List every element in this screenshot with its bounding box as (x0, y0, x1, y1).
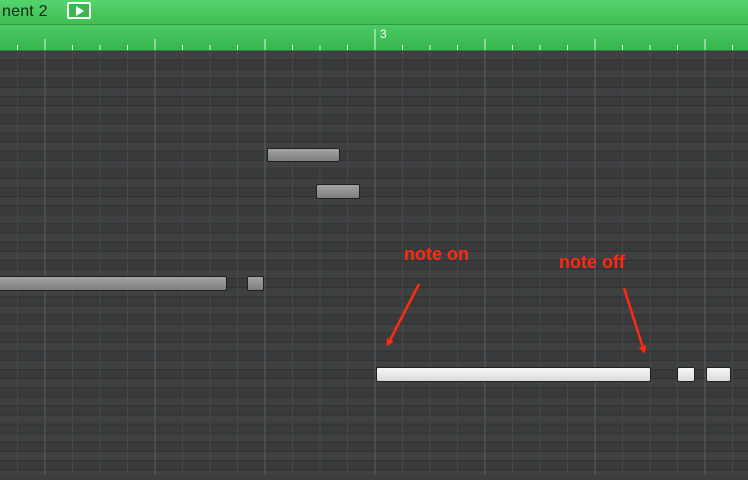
note-on-arrow (386, 283, 421, 347)
note-off-arrow (622, 287, 647, 354)
annotation-arrows (386, 283, 647, 354)
